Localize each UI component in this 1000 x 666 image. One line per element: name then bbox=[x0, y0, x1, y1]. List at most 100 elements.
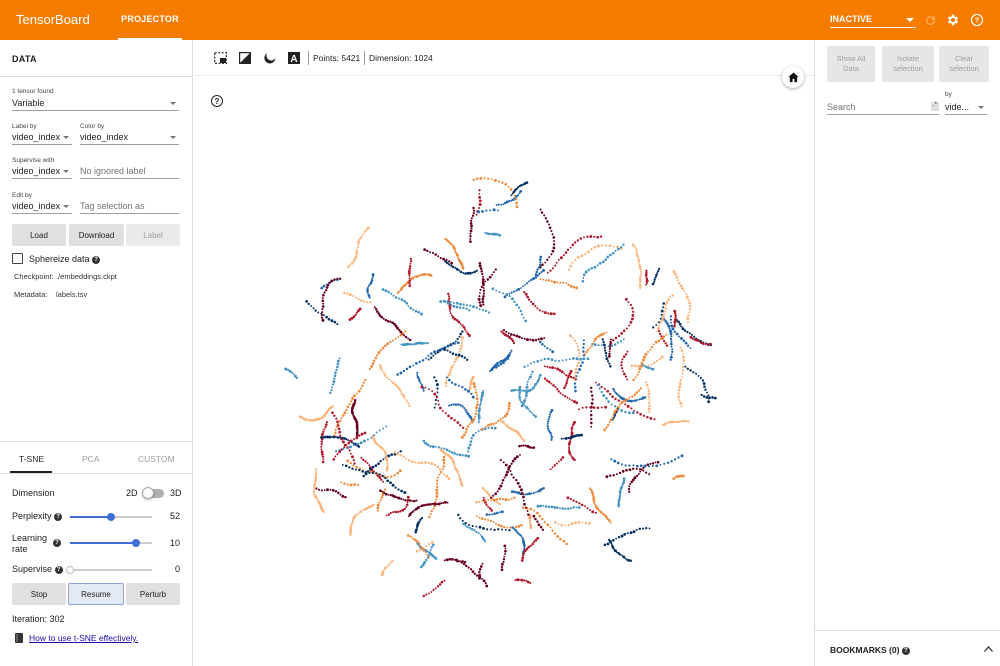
embedding-point[interactable] bbox=[549, 468, 552, 471]
embedding-point[interactable] bbox=[551, 350, 554, 354]
embedding-point[interactable] bbox=[423, 248, 426, 251]
embedding-point[interactable] bbox=[382, 568, 385, 571]
embedding-point[interactable] bbox=[515, 455, 519, 459]
embedding-point[interactable] bbox=[402, 455, 405, 458]
embedding-point[interactable] bbox=[501, 361, 505, 364]
embedding-point[interactable] bbox=[503, 358, 507, 362]
embedding-point[interactable] bbox=[550, 358, 554, 362]
embedding-point[interactable] bbox=[614, 397, 617, 401]
embedding-point[interactable] bbox=[669, 420, 672, 424]
embedding-point[interactable] bbox=[433, 463, 437, 467]
embedding-point[interactable] bbox=[495, 498, 499, 501]
embedding-point[interactable] bbox=[518, 444, 521, 448]
embedding-point[interactable] bbox=[652, 326, 655, 329]
embedding-point[interactable] bbox=[414, 461, 417, 464]
embedding-point[interactable] bbox=[467, 446, 471, 450]
embedding-point[interactable] bbox=[483, 177, 486, 180]
embedding-point[interactable] bbox=[556, 367, 560, 371]
embedding-point[interactable] bbox=[320, 440, 323, 443]
embedding-point[interactable] bbox=[398, 387, 401, 391]
embedding-point[interactable] bbox=[624, 403, 627, 406]
embedding-point[interactable] bbox=[368, 367, 372, 371]
embedding-point[interactable] bbox=[320, 312, 323, 315]
embedding-point[interactable] bbox=[465, 304, 469, 307]
embedding-point[interactable] bbox=[645, 269, 648, 272]
embedding-point[interactable] bbox=[448, 260, 451, 263]
embedding-point[interactable] bbox=[423, 272, 427, 276]
embedding-point[interactable] bbox=[349, 439, 353, 443]
embedding-point[interactable] bbox=[547, 380, 551, 384]
embedding-point[interactable] bbox=[415, 362, 418, 365]
embedding-point[interactable] bbox=[355, 513, 358, 516]
embedding-point[interactable] bbox=[320, 445, 323, 448]
embedding-point[interactable] bbox=[693, 335, 696, 338]
embedding-point[interactable] bbox=[604, 244, 608, 247]
embedding-point[interactable] bbox=[402, 369, 406, 373]
embedding-point[interactable] bbox=[399, 371, 403, 375]
embedding-point[interactable] bbox=[568, 444, 571, 447]
embedding-point[interactable] bbox=[546, 258, 549, 261]
embedding-point[interactable] bbox=[584, 505, 586, 508]
embedding-point[interactable] bbox=[541, 342, 544, 346]
embedding-point[interactable] bbox=[608, 474, 612, 477]
embedding-point[interactable] bbox=[314, 472, 318, 476]
embedding-point[interactable] bbox=[448, 307, 452, 310]
embedding-point[interactable] bbox=[374, 356, 378, 360]
embedding-point[interactable] bbox=[672, 270, 676, 274]
embedding-point[interactable] bbox=[313, 488, 316, 491]
embedding-point[interactable] bbox=[475, 525, 478, 528]
embedding-point[interactable] bbox=[501, 528, 503, 531]
embedding-point[interactable] bbox=[489, 528, 492, 531]
embedding-point[interactable] bbox=[653, 278, 656, 281]
embedding-point[interactable] bbox=[455, 253, 459, 257]
embedding-point[interactable] bbox=[534, 338, 538, 342]
embedding-point[interactable] bbox=[685, 420, 688, 423]
embedding-point[interactable] bbox=[631, 467, 635, 471]
embedding-point[interactable] bbox=[559, 256, 563, 260]
embedding-point[interactable] bbox=[631, 306, 634, 310]
embedding-point[interactable] bbox=[518, 391, 522, 394]
embedding-point[interactable] bbox=[404, 499, 407, 502]
embedding-point[interactable] bbox=[475, 409, 478, 412]
embedding-point[interactable] bbox=[367, 294, 371, 297]
embedding-point[interactable] bbox=[626, 532, 629, 535]
embedding-point[interactable] bbox=[395, 496, 398, 499]
embedding-point[interactable] bbox=[425, 544, 428, 547]
embedding-point[interactable] bbox=[347, 441, 351, 445]
embedding-point[interactable] bbox=[400, 392, 404, 396]
embedding-point[interactable] bbox=[393, 451, 397, 454]
embedding-point[interactable] bbox=[507, 332, 510, 335]
reset-view-button[interactable] bbox=[782, 66, 804, 88]
embedding-point[interactable] bbox=[605, 426, 608, 429]
embedding-point[interactable] bbox=[473, 572, 476, 575]
embedding-point[interactable] bbox=[387, 563, 391, 566]
embedding-point[interactable] bbox=[553, 532, 557, 535]
embedding-point[interactable] bbox=[648, 473, 651, 476]
embedding-point[interactable] bbox=[620, 401, 624, 404]
embedding-point[interactable] bbox=[430, 509, 433, 513]
embedding-point[interactable] bbox=[491, 273, 494, 276]
embedding-point[interactable] bbox=[637, 256, 640, 259]
embedding-point[interactable] bbox=[545, 279, 548, 282]
embedding-point[interactable] bbox=[547, 357, 550, 361]
embedding-point[interactable] bbox=[536, 520, 539, 523]
embedding-point[interactable] bbox=[581, 279, 585, 283]
embedding-point[interactable] bbox=[648, 404, 651, 408]
embedding-point[interactable] bbox=[320, 436, 323, 439]
embedding-point[interactable] bbox=[573, 339, 577, 342]
embedding-point[interactable] bbox=[479, 403, 482, 406]
embedding-point[interactable] bbox=[373, 434, 376, 437]
embedding-point[interactable] bbox=[642, 469, 645, 472]
embedding-point[interactable] bbox=[315, 496, 318, 500]
embedding-point[interactable] bbox=[424, 342, 427, 345]
embedding-point[interactable] bbox=[473, 385, 477, 389]
embedding-point[interactable] bbox=[459, 517, 462, 520]
embedding-point[interactable] bbox=[456, 256, 459, 258]
embedding-point[interactable] bbox=[584, 270, 588, 274]
embedding-point[interactable] bbox=[598, 261, 602, 265]
embedding-point[interactable] bbox=[571, 261, 574, 264]
embedding-point[interactable] bbox=[417, 461, 420, 465]
embedding-point[interactable] bbox=[323, 314, 325, 317]
embedding-point[interactable] bbox=[501, 292, 505, 295]
embedding-point[interactable] bbox=[681, 327, 685, 331]
